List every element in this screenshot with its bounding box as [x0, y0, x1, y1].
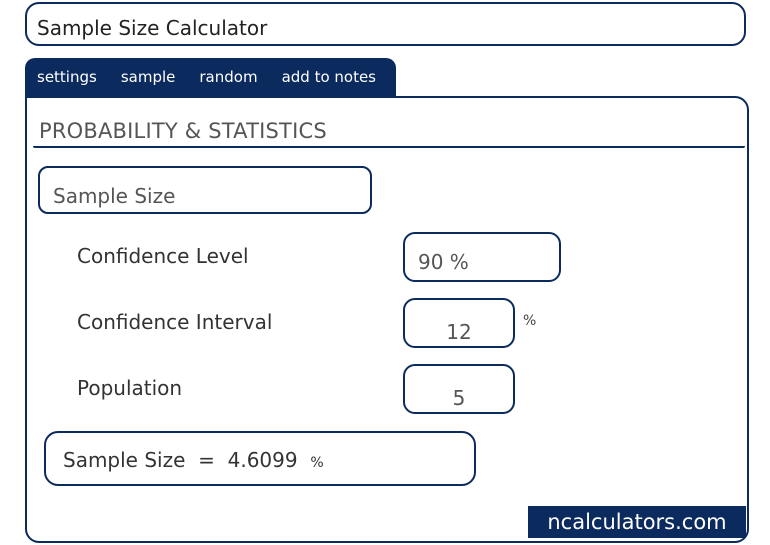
calculator-name-box: Sample Size [38, 166, 372, 214]
tab-sample[interactable]: sample [109, 58, 188, 96]
confidence-interval-unit: % [523, 313, 537, 329]
confidence-interval-value: 12 [446, 320, 472, 344]
tab-bar: settings sample random add to notes [25, 58, 397, 96]
page-title: Sample Size Calculator [37, 16, 268, 40]
result-label: Sample Size [63, 448, 186, 472]
calculator-name: Sample Size [53, 184, 176, 208]
population-label: Population [77, 376, 183, 400]
tab-settings[interactable]: settings [25, 58, 109, 96]
result-unit: % [310, 455, 324, 471]
tab-add-to-notes[interactable]: add to notes [270, 58, 388, 96]
result-box: Sample Size = 4.6099 % [44, 431, 476, 486]
calculator-panel: PROBABILITY & STATISTICS Sample Size Con… [25, 96, 749, 543]
population-value: 5 [452, 386, 466, 410]
result-text: Sample Size = 4.6099 % [63, 448, 324, 472]
brand-logo[interactable]: ncalculators.com [528, 506, 746, 538]
confidence-level-label: Confidence Level [77, 244, 249, 268]
tab-random[interactable]: random [187, 58, 269, 96]
calculator-title-box: Sample Size Calculator [25, 2, 746, 46]
result-value: 4.6099 [227, 448, 298, 472]
confidence-level-value: 90 % [418, 250, 469, 274]
confidence-interval-input[interactable]: 12 [403, 298, 515, 348]
section-title: PROBABILITY & STATISTICS [39, 119, 327, 143]
result-equals: = [198, 448, 215, 472]
confidence-level-select[interactable]: 90 % [403, 232, 561, 282]
section-divider [33, 146, 745, 148]
confidence-interval-label: Confidence Interval [77, 310, 273, 334]
population-input[interactable]: 5 [403, 364, 515, 414]
